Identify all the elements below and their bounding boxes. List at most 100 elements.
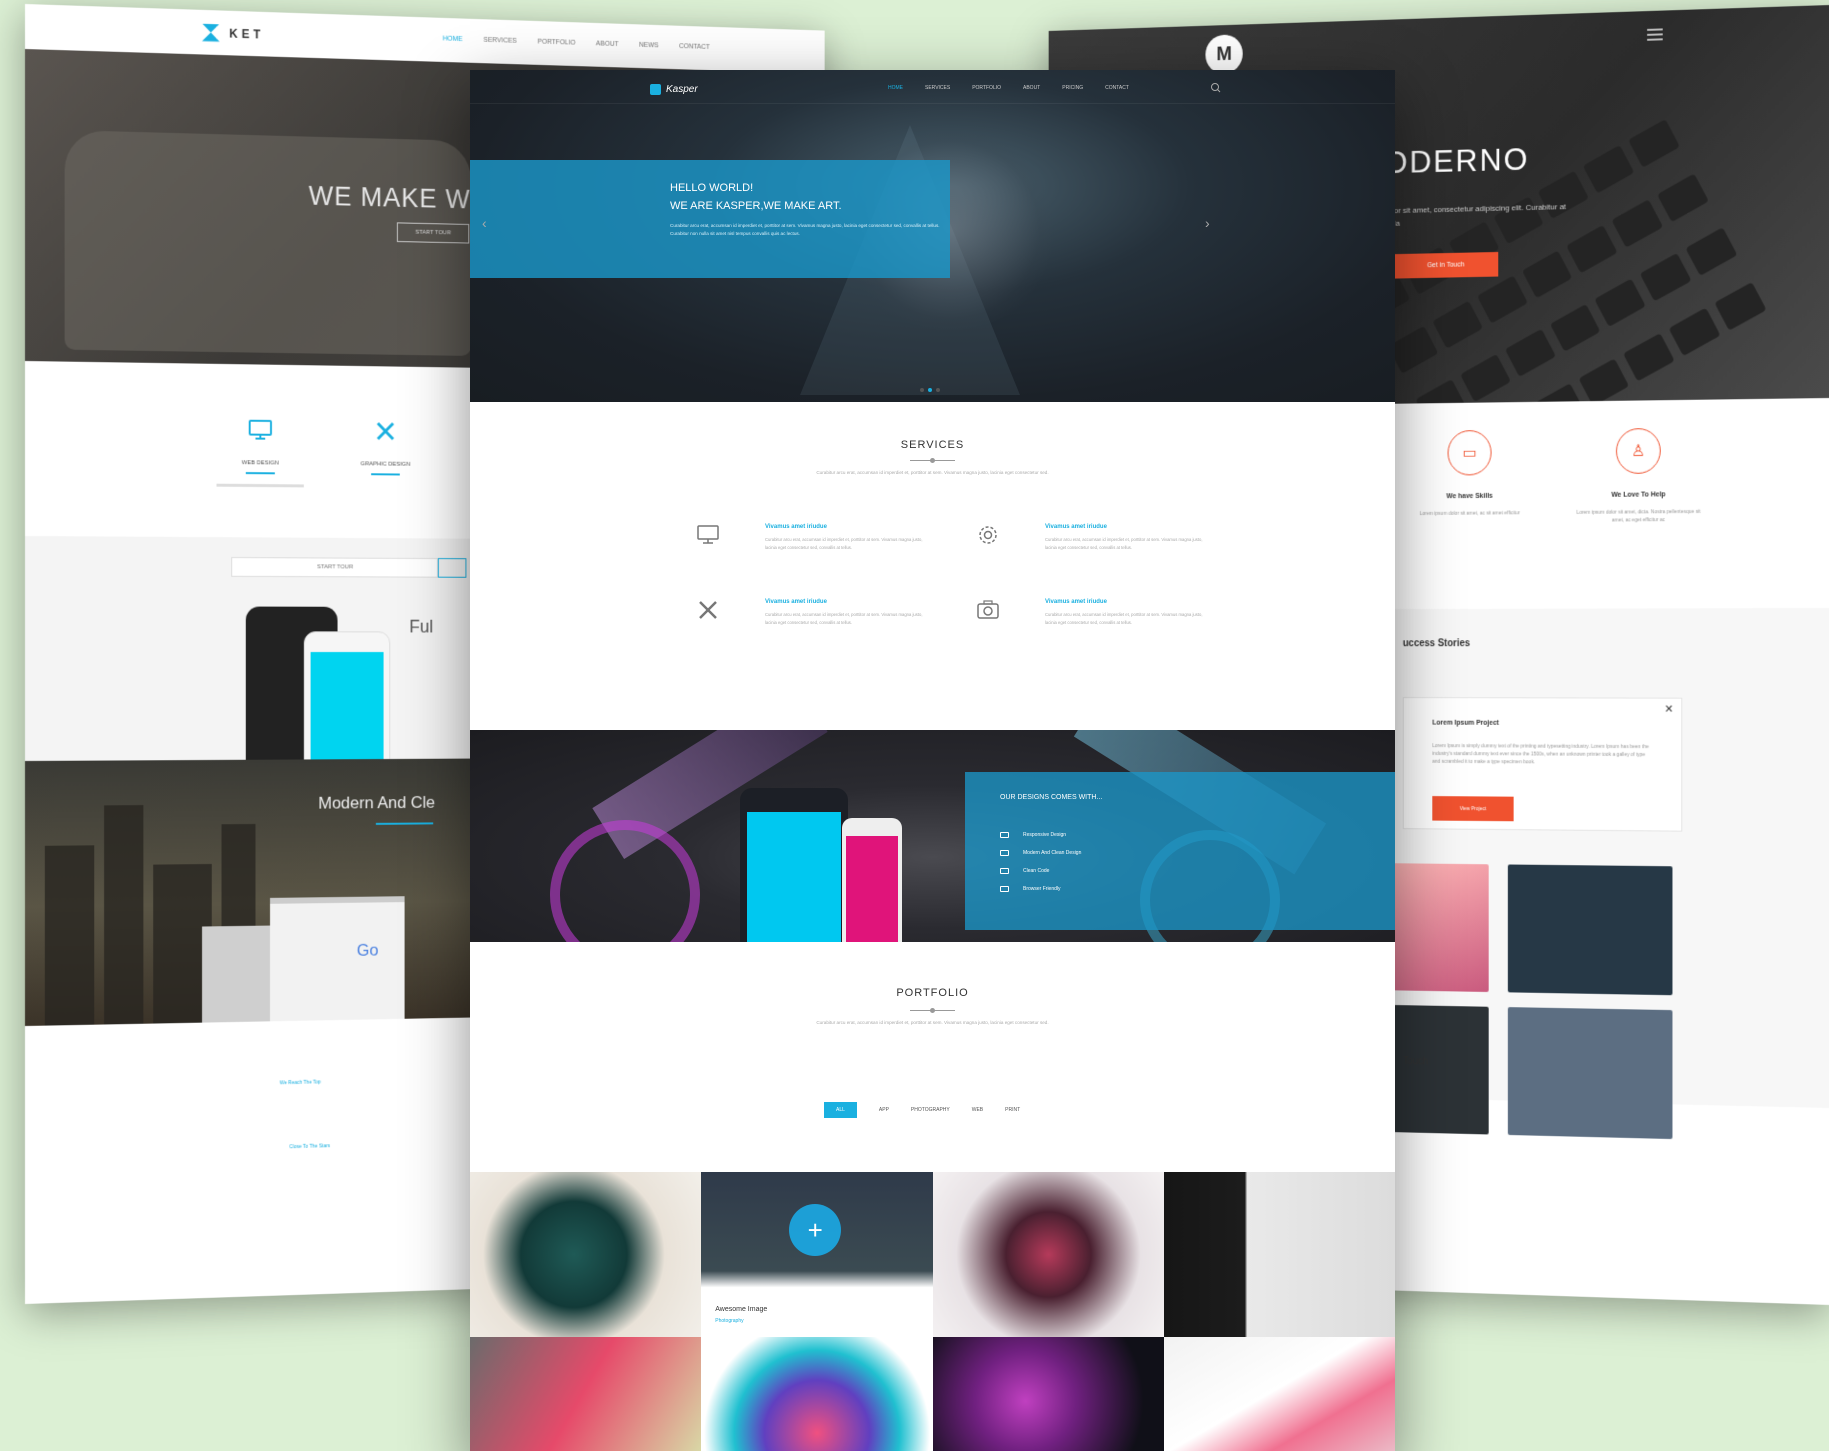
project-card-text: Lorem Ipsum is simply dummy text of the … — [1432, 743, 1649, 766]
stories-title: uccess Stories — [1402, 638, 1471, 650]
kasper-navbar: Kasper HOME SERVICES PORTFOLIO ABOUT PRI… — [470, 70, 1395, 104]
hero-text: Curabitur arcu erat, accumsan id imperdi… — [670, 223, 940, 237]
designs-title: OUR DESIGNS COMES WITH... — [1000, 794, 1103, 801]
nav-about[interactable]: ABOUT — [1023, 85, 1040, 91]
service-title: Vivamus amet iriudue — [765, 599, 827, 605]
nav-home[interactable]: HOME — [888, 85, 903, 91]
portfolio-item-hover[interactable]: + Awesome Image Photography — [701, 1172, 933, 1337]
portfolio-item[interactable] — [1163, 1337, 1395, 1451]
filter-print[interactable]: PRINT — [1005, 1107, 1020, 1113]
left-nav-news[interactable]: NEWS — [639, 42, 659, 49]
camera-icon — [977, 600, 999, 619]
filter-all[interactable]: ALL — [824, 1102, 857, 1118]
portfolio-divider — [910, 1008, 955, 1013]
feature-web-design: WEB DESIGN — [212, 415, 309, 488]
service-desc: Curabitur arcu erat, accumsan id imperdi… — [765, 537, 923, 550]
monitor-icon: ▭ — [1447, 429, 1492, 476]
portfolio-tile[interactable] — [1507, 864, 1673, 996]
left-nav-contact[interactable]: CONTACT — [679, 43, 710, 51]
portfolio-item[interactable] — [470, 1172, 702, 1337]
portfolio-tile[interactable] — [1393, 863, 1489, 993]
service-item: Vivamus amet iriudue Curabitur arcu erat… — [695, 522, 955, 582]
portfolio-item[interactable] — [701, 1337, 933, 1451]
filter-app[interactable]: APP — [879, 1107, 889, 1113]
portfolio-caption-sub: Photography — [715, 1318, 744, 1324]
left-nav-about[interactable]: ABOUT — [596, 40, 619, 48]
service-item: Vivamus amet iriudue Curabitur arcu erat… — [975, 597, 1235, 657]
portfolio-item[interactable] — [932, 1172, 1164, 1337]
timeline-item: We Reach The Top — [279, 1079, 321, 1087]
phone-pink-image — [842, 818, 902, 942]
services-divider — [910, 458, 955, 463]
browser-window-front — [270, 896, 405, 1022]
left-nav-home[interactable]: HOME — [443, 36, 463, 43]
hero-caption-box: HELLO WORLD! WE ARE KASPER,WE MAKE ART. … — [470, 160, 950, 278]
portfolio-tile[interactable] — [1393, 1005, 1489, 1135]
phone-blue-image — [740, 788, 848, 942]
skill-desc: Lorem ipsum dolor sit amet, dicta. Nostr… — [1576, 508, 1701, 524]
designs-feature-box: OUR DESIGNS COMES WITH... Responsive Des… — [965, 772, 1395, 930]
skill-desc: Lorem ipsum dolor sit amet, ac sit amet … — [1419, 510, 1520, 517]
feature-desc — [216, 483, 304, 488]
left-tour-button[interactable]: START TOUR — [231, 557, 438, 578]
skill-item: ♙ We Love To Help Lorem ipsum dolor sit … — [1570, 427, 1706, 524]
filter-web[interactable]: WEB — [972, 1107, 983, 1113]
next-arrow-icon[interactable]: › — [1205, 215, 1210, 231]
left-logo-text: KET — [229, 26, 265, 42]
logo-icon — [202, 23, 220, 41]
close-icon[interactable]: ✕ — [1664, 703, 1673, 716]
designs-list-label: Modern And Clean Design — [1023, 850, 1082, 856]
slider-dot-active[interactable] — [928, 388, 932, 392]
designs-list-label: Browser Friendly — [1023, 886, 1061, 892]
nav-portfolio[interactable]: PORTFOLIO — [972, 85, 1001, 91]
monitor-icon — [697, 525, 719, 544]
nav-contact[interactable]: CONTACT — [1105, 85, 1129, 91]
monitor-icon — [1000, 850, 1009, 856]
service-title: Vivamus amet iriudue — [1045, 524, 1107, 530]
plus-icon[interactable]: + — [789, 1204, 842, 1256]
portfolio-caption-title: Awesome Image — [715, 1306, 768, 1313]
project-card: Lorem Ipsum Project ✕ Lorem Ipsum is sim… — [1402, 697, 1683, 832]
prev-arrow-icon[interactable]: ‹ — [482, 215, 487, 231]
service-desc: Curabitur arcu erat, accumsan id imperdi… — [765, 612, 923, 625]
monitor-icon — [247, 416, 274, 444]
portfolio-title: PORTFOLIO — [896, 987, 969, 999]
view-project-button[interactable]: View Project — [1432, 796, 1514, 822]
skill-item: ▭ We have Skills Lorem ipsum dolor sit a… — [1403, 429, 1537, 518]
left-start-tour-button[interactable]: START TOUR — [396, 222, 470, 244]
slider-dot[interactable] — [920, 388, 924, 392]
kasper-logo-text: Kasper — [666, 84, 698, 95]
feature-underline — [245, 472, 275, 475]
designs-list-item: Responsive Design — [1000, 832, 1066, 838]
search-icon[interactable] — [1209, 81, 1223, 95]
left-menu: HOME SERVICES PORTFOLIO ABOUT NEWS CONTA… — [443, 36, 710, 51]
menu-icon[interactable] — [1647, 28, 1663, 43]
monitor-icon — [1000, 832, 1009, 838]
left-logo[interactable]: KET — [202, 23, 264, 43]
left-tour-button-alt[interactable] — [437, 558, 467, 578]
service-title: Vivamus amet iriudue — [1045, 599, 1107, 605]
tools-icon — [699, 601, 717, 619]
nav-pricing[interactable]: PRICING — [1062, 85, 1083, 91]
feature-underline — [371, 473, 400, 476]
bottle-icon: ♙ — [1615, 427, 1661, 475]
filter-photography[interactable]: PHOTOGRAPHY — [911, 1107, 950, 1113]
portfolio-grid: + Awesome Image Photography — [470, 1172, 1395, 1451]
service-desc: Curabitur arcu erat, accumsan id imperdi… — [1045, 612, 1203, 625]
feature-graphic-design: GRAPHIC DESIGN — [338, 417, 434, 476]
get-in-touch-button[interactable]: Get in Touch — [1393, 251, 1499, 279]
portfolio-item[interactable] — [932, 1337, 1164, 1451]
portfolio-item[interactable] — [470, 1337, 702, 1451]
nav-services[interactable]: SERVICES — [925, 85, 950, 91]
services-desc: Curabitur arcu erat, accumsan id imperdi… — [816, 470, 1049, 475]
right-hero-subtitle: dolor sit amet, consectetur adipiscing e… — [1384, 202, 1566, 228]
portfolio-item[interactable] — [1163, 1172, 1395, 1337]
right-logo[interactable]: M — [1205, 34, 1243, 75]
left-nav-portfolio[interactable]: PORTFOLIO — [538, 39, 576, 47]
slider-dot[interactable] — [936, 388, 940, 392]
timeline-item: Close To The Stars — [289, 1143, 331, 1151]
left-nav-services[interactable]: SERVICES — [483, 37, 516, 45]
skill-title: We have Skills — [1446, 492, 1493, 501]
kasper-logo[interactable]: Kasper — [650, 84, 698, 95]
portfolio-tile[interactable] — [1507, 1007, 1673, 1140]
